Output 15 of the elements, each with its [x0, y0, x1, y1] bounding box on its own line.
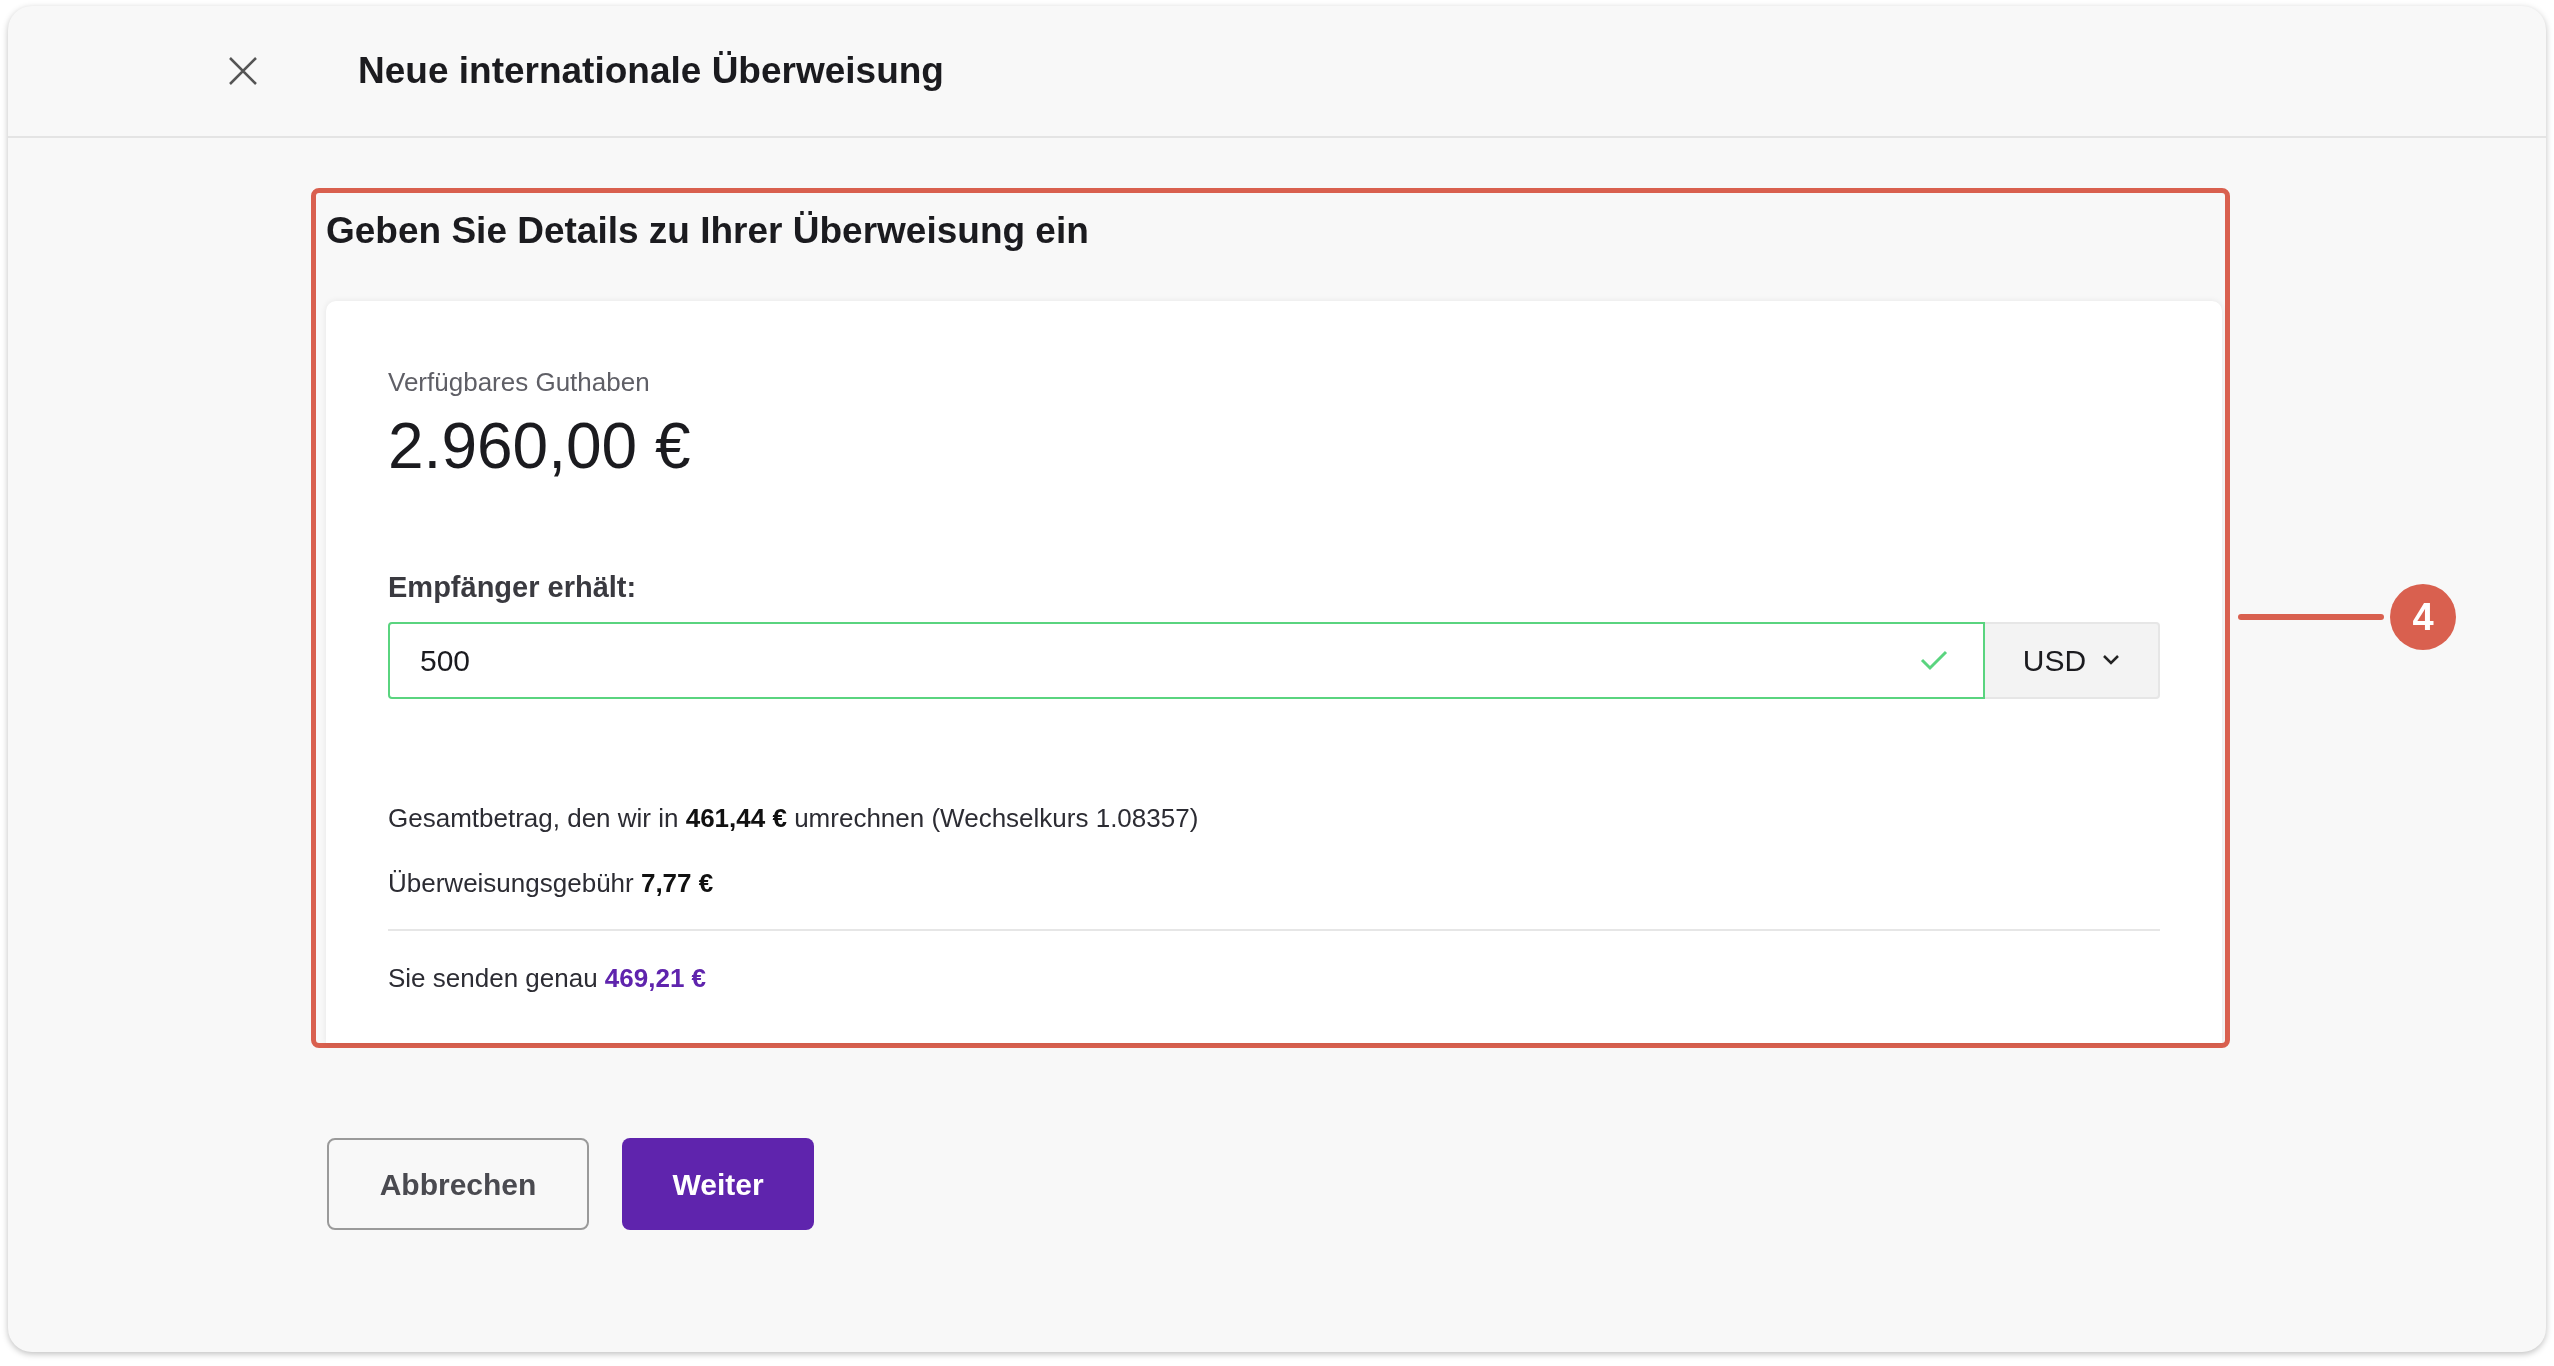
balance-label: Verfügbares Guthaben [388, 365, 651, 399]
section-heading: Geben Sie Details zu Ihrer Überweisung ein [326, 209, 1090, 253]
callout-number: 4 [2390, 584, 2456, 650]
close-icon[interactable] [228, 56, 258, 86]
cancel-button[interactable]: Abbrechen [327, 1138, 589, 1230]
continue-button[interactable]: Weiter [622, 1138, 814, 1230]
dialog-title: Neue internationale Überweisung [358, 49, 944, 94]
summary-line: Überweisungsgebühr 7,77 € [388, 866, 715, 900]
amount-input-field[interactable]: 500 [388, 621, 1985, 699]
field-label: Empfänger erhält: [388, 570, 638, 606]
balance-amount: 2.960,00 € [388, 408, 692, 484]
currency-dropdown[interactable]: USD [1985, 621, 2160, 699]
total-line: Sie senden genau 469,21 € [388, 961, 708, 995]
summary-line: Gesamtbetrag, den wir in 461,44 € umrechnen (Wechselkurs 1.08357) [388, 801, 1200, 835]
caret-icon [2102, 654, 2121, 667]
